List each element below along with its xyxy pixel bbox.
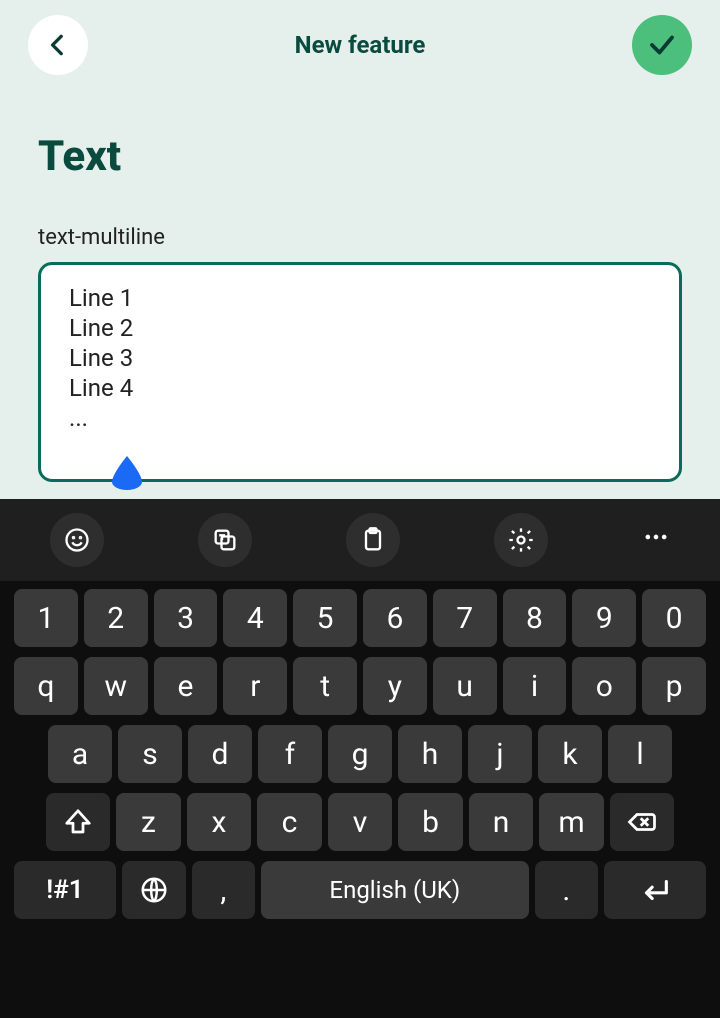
backspace-key[interactable] xyxy=(610,793,675,851)
language-key[interactable] xyxy=(122,861,186,919)
key-f[interactable]: f xyxy=(258,725,322,783)
enter-key[interactable] xyxy=(604,861,706,919)
key-row-bottom: !#1 , English (UK) . xyxy=(14,861,706,919)
key-c[interactable]: c xyxy=(257,793,322,851)
period-key[interactable]: . xyxy=(535,861,599,919)
key-d[interactable]: d xyxy=(188,725,252,783)
smiley-icon xyxy=(63,526,91,554)
key-5[interactable]: 5 xyxy=(293,589,357,647)
key-s[interactable]: s xyxy=(118,725,182,783)
key-w[interactable]: w xyxy=(84,657,148,715)
shift-key[interactable] xyxy=(46,793,111,851)
confirm-button[interactable] xyxy=(632,15,692,75)
key-row-asdf: asdfghjkl xyxy=(14,725,706,783)
translate-button[interactable] xyxy=(198,513,252,567)
check-icon xyxy=(647,30,677,60)
key-6[interactable]: 6 xyxy=(363,589,427,647)
key-7[interactable]: 7 xyxy=(433,589,497,647)
key-i[interactable]: i xyxy=(503,657,567,715)
key-n[interactable]: n xyxy=(469,793,534,851)
key-p[interactable]: p xyxy=(642,657,706,715)
key-t[interactable]: t xyxy=(293,657,357,715)
key-1[interactable]: 1 xyxy=(14,589,78,647)
settings-button[interactable] xyxy=(494,513,548,567)
key-l[interactable]: l xyxy=(608,725,672,783)
key-3[interactable]: 3 xyxy=(154,589,218,647)
key-v[interactable]: v xyxy=(328,793,393,851)
emoji-button[interactable] xyxy=(50,513,104,567)
comma-key[interactable]: , xyxy=(192,861,256,919)
chevron-left-icon xyxy=(45,32,71,58)
text-multiline-input[interactable] xyxy=(38,262,682,482)
key-y[interactable]: y xyxy=(363,657,427,715)
more-button[interactable] xyxy=(642,523,670,558)
key-e[interactable]: e xyxy=(154,657,218,715)
textarea-wrap xyxy=(38,262,682,486)
globe-icon xyxy=(139,875,169,905)
key-z[interactable]: z xyxy=(116,793,181,851)
keyboard-rows: 1234567890 qwertyuiop asdfghjkl zxcvbnm … xyxy=(0,581,720,931)
key-8[interactable]: 8 xyxy=(503,589,567,647)
field-label: text-multiline xyxy=(38,225,682,250)
key-q[interactable]: q xyxy=(14,657,78,715)
key-b[interactable]: b xyxy=(398,793,463,851)
key-row-zxcv: zxcvbnm xyxy=(14,793,706,851)
header-title: New feature xyxy=(295,31,426,59)
key-x[interactable]: x xyxy=(187,793,252,851)
header: New feature xyxy=(0,0,720,80)
clipboard-button[interactable] xyxy=(346,513,400,567)
dots-icon xyxy=(642,523,670,551)
gear-icon xyxy=(507,526,535,554)
key-4[interactable]: 4 xyxy=(223,589,287,647)
enter-icon xyxy=(638,873,672,907)
key-0[interactable]: 0 xyxy=(642,589,706,647)
key-2[interactable]: 2 xyxy=(84,589,148,647)
key-row-numbers: 1234567890 xyxy=(14,589,706,647)
key-o[interactable]: o xyxy=(572,657,636,715)
soft-keyboard: 1234567890 qwertyuiop asdfghjkl zxcvbnm … xyxy=(0,499,720,1018)
symbols-key[interactable]: !#1 xyxy=(14,861,116,919)
clipboard-icon xyxy=(359,526,387,554)
key-j[interactable]: j xyxy=(468,725,532,783)
shift-icon xyxy=(63,807,93,837)
key-u[interactable]: u xyxy=(433,657,497,715)
key-a[interactable]: a xyxy=(48,725,112,783)
key-9[interactable]: 9 xyxy=(572,589,636,647)
translate-icon xyxy=(211,526,239,554)
key-row-qwerty: qwertyuiop xyxy=(14,657,706,715)
key-h[interactable]: h xyxy=(398,725,462,783)
content: Text text-multiline xyxy=(0,80,720,486)
key-m[interactable]: m xyxy=(539,793,604,851)
back-button[interactable] xyxy=(28,15,88,75)
key-k[interactable]: k xyxy=(538,725,602,783)
space-key[interactable]: English (UK) xyxy=(261,861,528,919)
backspace-icon xyxy=(627,807,657,837)
page-title: Text xyxy=(38,132,682,181)
key-g[interactable]: g xyxy=(328,725,392,783)
keyboard-toolbar xyxy=(0,499,720,581)
key-r[interactable]: r xyxy=(223,657,287,715)
